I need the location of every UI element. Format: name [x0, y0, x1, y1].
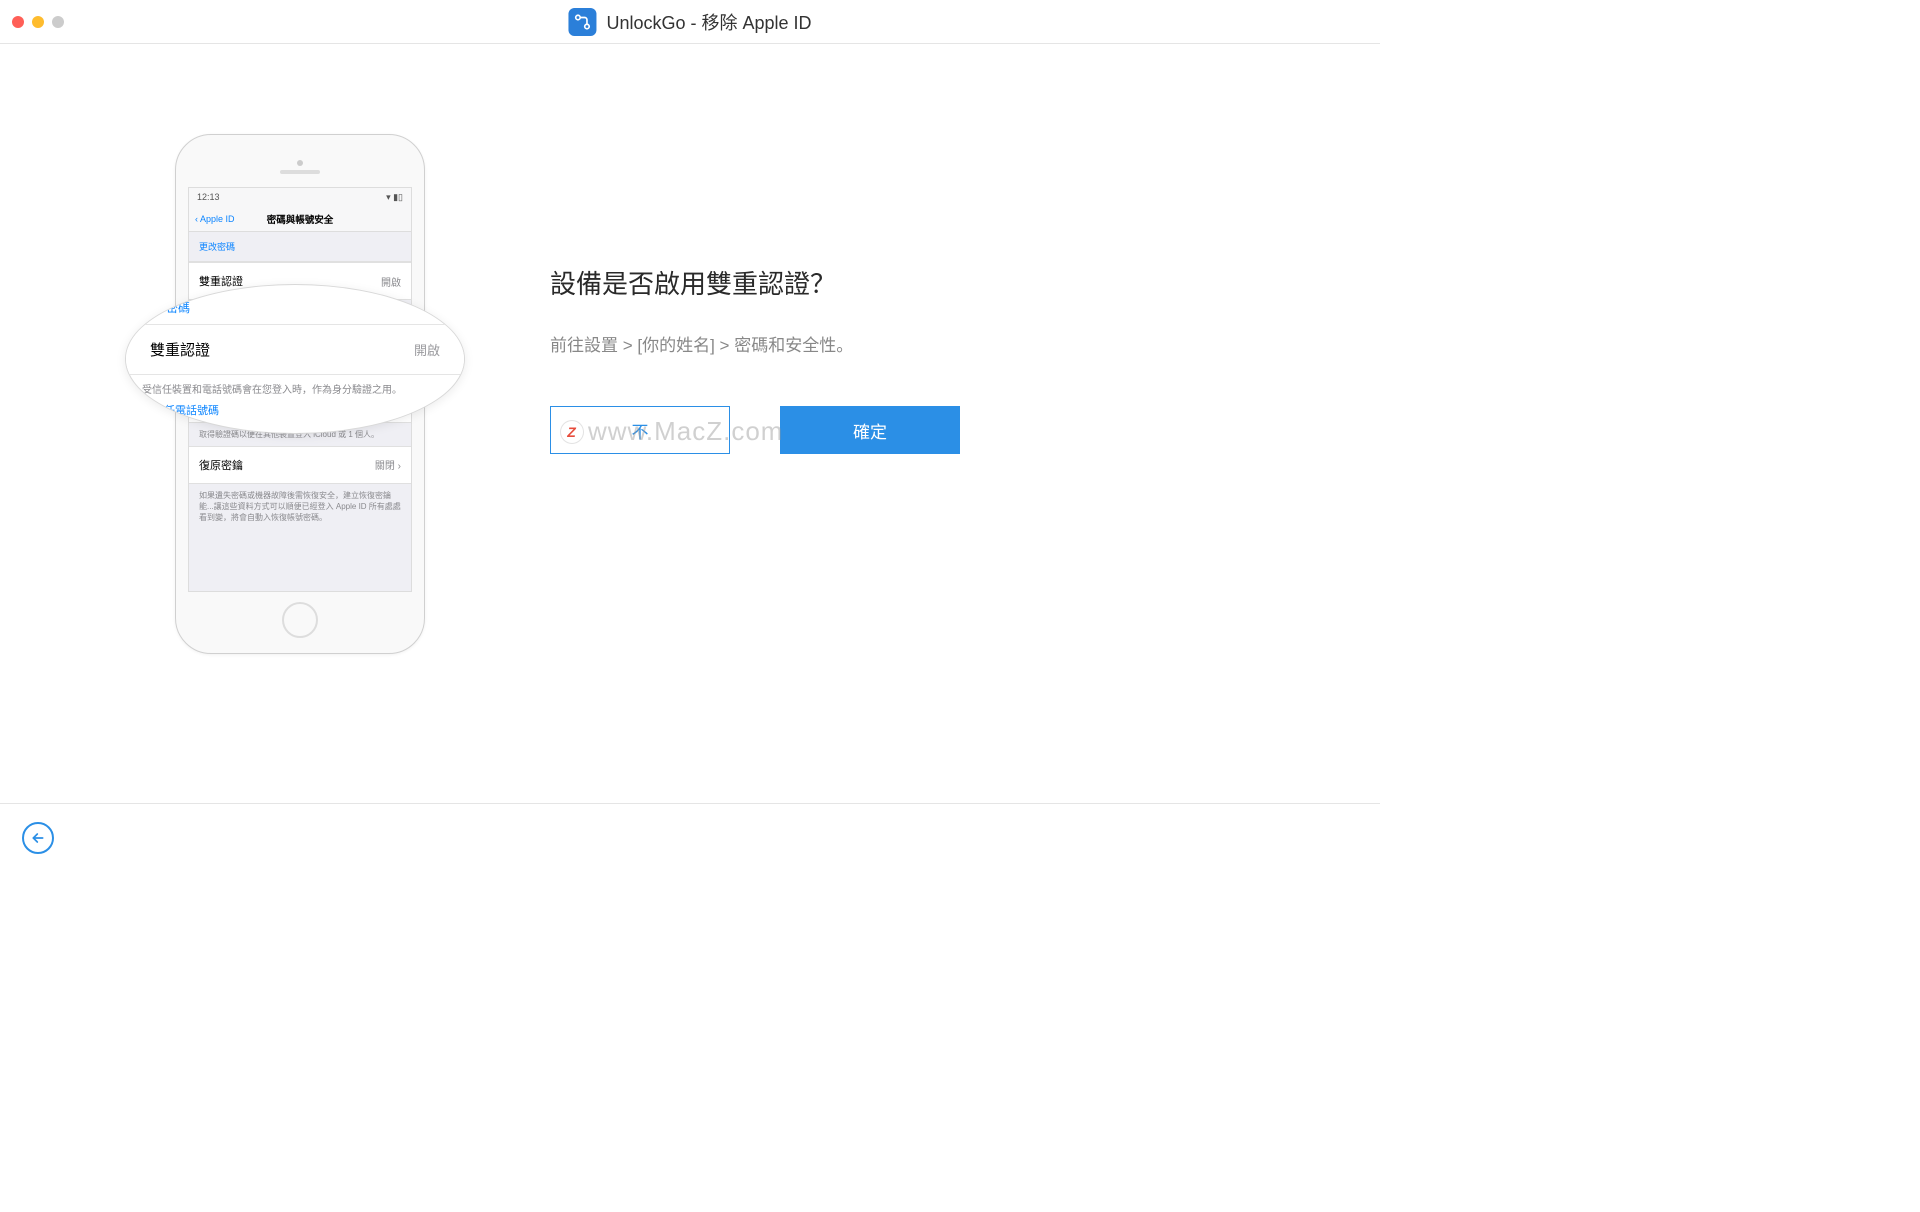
window-title: UnlockGo - 移除 Apple ID	[606, 9, 811, 35]
main-content: 12:13 ▾ ▮▯ ‹ Apple ID 密碼與帳號安全 更改密碼 雙重認證 …	[0, 44, 1380, 654]
magnifier-label: 雙重認證	[150, 339, 210, 360]
phone-status-bar: 12:13 ▾ ▮▯	[189, 188, 411, 206]
app-icon	[568, 8, 596, 36]
magnifier-overlay: 密碼 雙重認證 開啟 受信任裝置和電話號碼會在您登入時，作為身分驗證之用。 受信…	[125, 284, 465, 434]
phone-recovery-row: 復原密鑰 關閉 ›	[189, 446, 411, 484]
window-controls	[12, 16, 64, 28]
instruction-text: 前往設置 > [你的姓名] > 密碼和安全性。	[550, 331, 1300, 356]
right-panel: 設備是否啟用雙重認證？ 前往設置 > [你的姓名] > 密碼和安全性。 不 確定	[550, 134, 1300, 654]
phone-back-link: ‹ Apple ID	[195, 214, 235, 224]
phone-top	[188, 147, 412, 187]
bottom-bar	[0, 803, 1380, 871]
maximize-button	[52, 16, 64, 28]
phone-illustration: 12:13 ▾ ▮▯ ‹ Apple ID 密碼與帳號安全 更改密碼 雙重認證 …	[130, 134, 470, 654]
no-button[interactable]: 不	[550, 406, 730, 454]
close-button[interactable]	[12, 16, 24, 28]
minimize-button[interactable]	[32, 16, 44, 28]
phone-change-password-section: 更改密碼	[189, 232, 411, 262]
button-row: 不 確定	[550, 406, 1300, 454]
phone-two-factor-value: 開啟	[381, 274, 401, 289]
phone-speaker-icon	[280, 170, 320, 174]
magnifier-desc: 受信任裝置和電話號碼會在您登入時，作為身分驗證之用。	[126, 375, 464, 400]
phone-recovery-value: 關閉 ›	[375, 457, 401, 472]
phone-change-password-link: 更改密碼	[199, 240, 401, 253]
phone-camera-icon	[297, 160, 303, 166]
phone-nav-bar: ‹ Apple ID 密碼與帳號安全	[189, 206, 411, 232]
arrow-left-icon	[30, 830, 46, 846]
titlebar: UnlockGo - 移除 Apple ID	[0, 0, 1380, 44]
magnifier-value: 開啟	[414, 340, 440, 359]
phone-time: 12:13	[197, 192, 220, 202]
phone-recovery-label: 復原密鑰	[199, 457, 243, 473]
phone-recovery-desc: 如果遺失密碼或機器故障後需恢復安全，建立恢復密鑰能...讓這些資料方式可以順便已…	[189, 484, 411, 530]
magnifier-two-factor-row: 雙重認證 開啟	[126, 324, 464, 375]
phone-home-button-icon	[282, 602, 318, 638]
confirm-button[interactable]: 確定	[780, 406, 960, 454]
phone-signal-icon: ▾ ▮▯	[386, 192, 403, 203]
back-button[interactable]	[22, 822, 54, 854]
phone-two-factor-label: 雙重認證	[199, 273, 243, 289]
window-title-group: UnlockGo - 移除 Apple ID	[568, 8, 811, 36]
question-heading: 設備是否啟用雙重認證？	[550, 264, 1300, 301]
phone-nav-title: 密碼與帳號安全	[267, 212, 334, 226]
